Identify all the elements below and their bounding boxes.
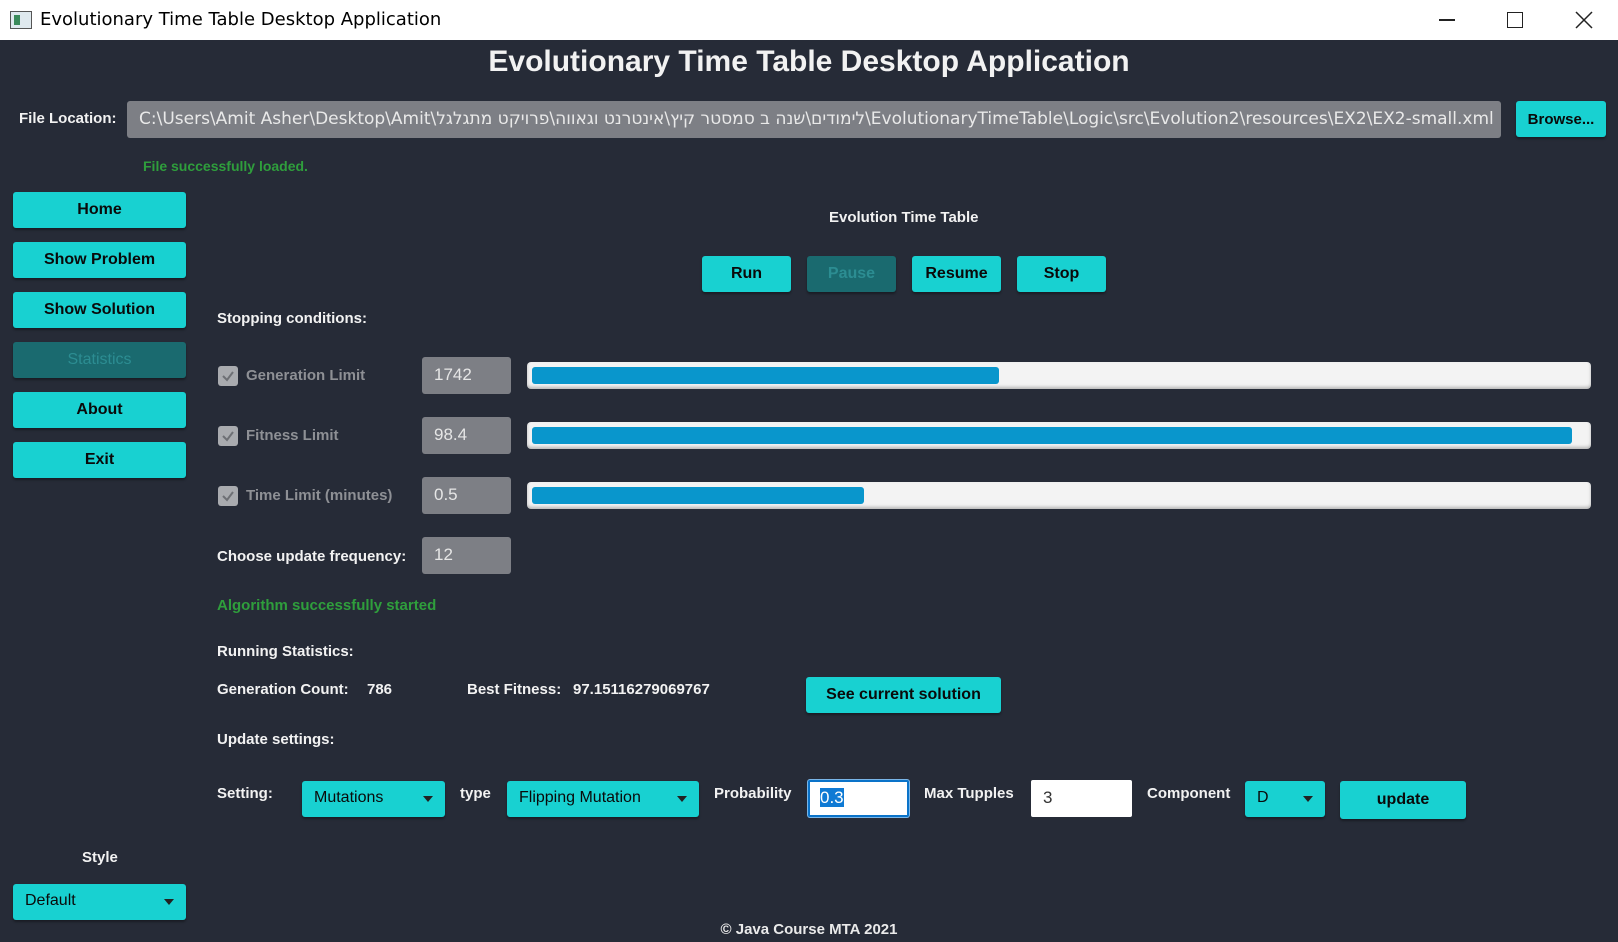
time-limit-input[interactable]: 0.5 <box>422 477 511 514</box>
type-select-value: Flipping Mutation <box>519 789 641 806</box>
component-label: Component <box>1147 785 1231 802</box>
generation-limit-input[interactable]: 1742 <box>422 357 511 394</box>
file-status-message: File successfully loaded. <box>143 158 308 174</box>
check-icon <box>222 371 234 382</box>
update-frequency-input[interactable]: 12 <box>422 537 511 574</box>
chevron-down-icon <box>1303 796 1313 802</box>
update-button[interactable]: update <box>1340 781 1466 819</box>
probability-label: Probability <box>714 785 792 802</box>
stopping-conditions-title: Stopping conditions: <box>217 310 367 327</box>
probability-input[interactable]: 0.3 <box>808 780 909 817</box>
minimize-button[interactable] <box>1413 0 1481 40</box>
maximize-icon <box>1507 12 1523 28</box>
time-limit-checkbox[interactable] <box>218 486 238 506</box>
type-select[interactable]: Flipping Mutation <box>507 781 699 817</box>
update-settings-title: Update settings: <box>217 731 335 748</box>
generation-limit-checkbox[interactable] <box>218 366 238 386</box>
time-progress-bar <box>527 482 1591 509</box>
resume-button[interactable]: Resume <box>912 256 1001 292</box>
time-limit-label: Time Limit (minutes) <box>246 487 393 504</box>
window-title: Evolutionary Time Table Desktop Applicat… <box>40 9 442 30</box>
footer-copyright: © Java Course MTA 2021 <box>720 921 898 938</box>
style-select-value: Default <box>25 892 76 909</box>
fitness-progress-bar <box>527 422 1591 449</box>
generation-count-value: 786 <box>367 681 393 698</box>
chevron-down-icon <box>164 899 174 905</box>
app-title: Evolutionary Time Table Desktop Applicat… <box>488 45 1130 78</box>
style-label: Style <box>82 849 118 866</box>
sidebar-item-statistics[interactable]: Statistics <box>13 342 186 378</box>
browse-button[interactable]: Browse... <box>1516 101 1606 137</box>
generation-progress-fill <box>532 367 999 384</box>
style-select[interactable]: Default <box>13 884 186 920</box>
probability-value: 0.3 <box>820 788 844 807</box>
check-icon <box>222 491 234 502</box>
generation-progress-bar <box>527 362 1591 389</box>
max-tupples-label: Max Tupples <box>924 785 1014 802</box>
sidebar-item-show-problem[interactable]: Show Problem <box>13 242 186 278</box>
sidebar-item-show-solution[interactable]: Show Solution <box>13 292 186 328</box>
setting-label: Setting: <box>217 785 273 802</box>
update-frequency-label: Choose update frequency: <box>217 548 407 565</box>
app-icon <box>10 11 32 29</box>
file-location-label: File Location: <box>19 110 117 127</box>
see-current-solution-button[interactable]: See current solution <box>806 677 1001 713</box>
close-button[interactable] <box>1550 0 1618 40</box>
setting-select[interactable]: Mutations <box>302 781 445 817</box>
fitness-limit-checkbox[interactable] <box>218 426 238 446</box>
generation-limit-label: Generation Limit <box>246 367 366 384</box>
check-icon <box>222 431 234 442</box>
fitness-limit-label: Fitness Limit <box>246 427 339 444</box>
generation-count-label: Generation Count: <box>217 681 349 698</box>
setting-select-value: Mutations <box>314 789 384 806</box>
pause-button[interactable]: Pause <box>807 256 896 292</box>
chevron-down-icon <box>677 796 687 802</box>
section-title: Evolution Time Table <box>829 209 979 226</box>
max-tupples-input[interactable]: 3 <box>1031 780 1132 817</box>
sidebar-item-home[interactable]: Home <box>13 192 186 228</box>
best-fitness-label: Best Fitness: <box>467 681 562 698</box>
sidebar-item-exit[interactable]: Exit <box>13 442 186 478</box>
close-icon <box>1575 11 1593 29</box>
maximize-button[interactable] <box>1481 0 1549 40</box>
algorithm-status-message: Algorithm successfully started <box>217 597 437 614</box>
component-select[interactable]: D <box>1245 781 1325 817</box>
fitness-progress-fill <box>532 427 1572 444</box>
window-titlebar: Evolutionary Time Table Desktop Applicat… <box>0 0 1618 40</box>
minimize-icon <box>1439 19 1455 21</box>
stop-button[interactable]: Stop <box>1017 256 1106 292</box>
file-path-field[interactable]: C:\Users\Amit Asher\Desktop\Amit\לימודים… <box>127 101 1501 138</box>
best-fitness-value: 97.15116279069767 <box>573 681 710 698</box>
running-statistics-title: Running Statistics: <box>217 643 354 660</box>
sidebar-item-about[interactable]: About <box>13 392 186 428</box>
time-progress-fill <box>532 487 864 504</box>
type-label: type <box>460 785 491 802</box>
run-button[interactable]: Run <box>702 256 791 292</box>
fitness-limit-input[interactable]: 98.4 <box>422 417 511 454</box>
component-select-value: D <box>1257 789 1269 806</box>
chevron-down-icon <box>423 796 433 802</box>
